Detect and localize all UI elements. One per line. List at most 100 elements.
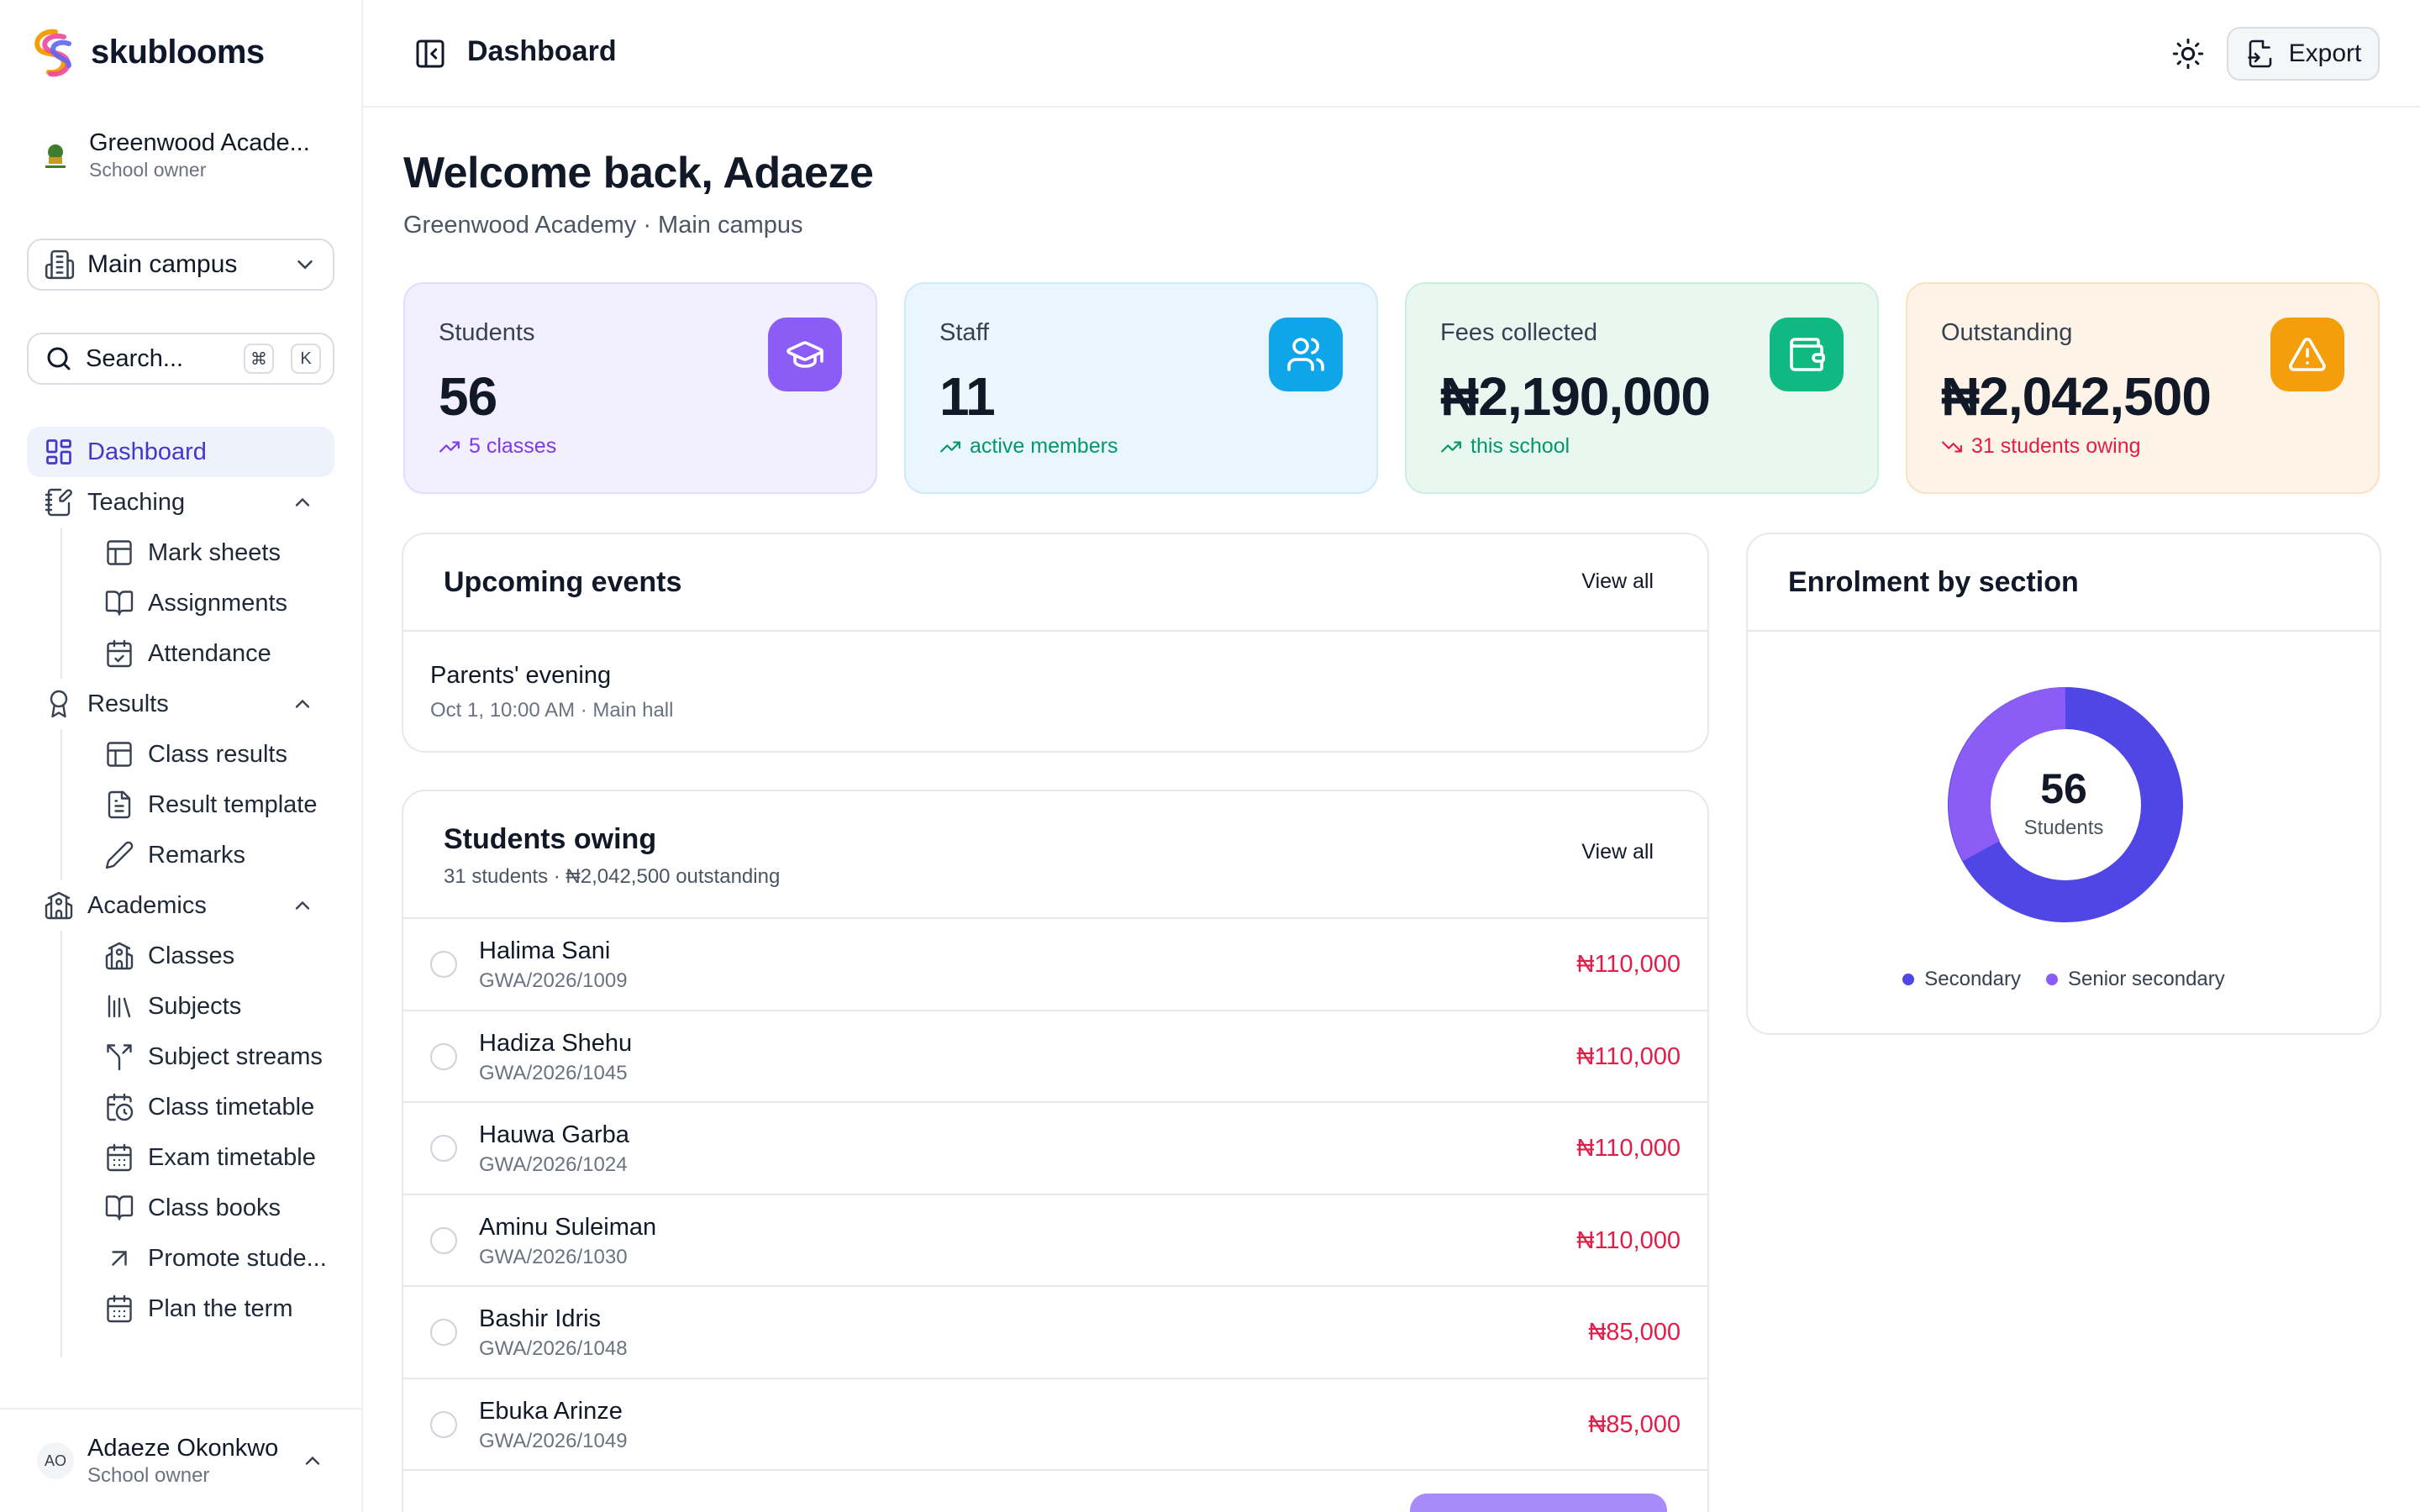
alert-triangle-icon	[2270, 318, 2344, 391]
search-input[interactable]: Search... ⌘ K	[27, 333, 334, 385]
list-item[interactable]: Ebuka Arinze GWA/2026/1049 ₦85,000	[403, 1377, 1707, 1470]
student-id: GWA/2026/1045	[479, 1061, 628, 1084]
sidebar-item-exam-timetable[interactable]: Exam timetable	[87, 1132, 334, 1183]
chevron-up-icon	[305, 1456, 320, 1465]
sidebar-item-classes[interactable]: Classes	[87, 931, 334, 981]
export-button[interactable]: Export	[2227, 27, 2380, 81]
calendar-days-icon	[107, 1143, 132, 1172]
skublooms-logo-icon	[34, 29, 71, 77]
calendar-days-icon	[107, 1294, 132, 1323]
school-icon	[105, 942, 134, 970]
sidebar-item-label: Exam timetable	[148, 1143, 316, 1171]
select-radio[interactable]	[430, 1226, 457, 1254]
amount-owed: ₦110,000	[1576, 1226, 1681, 1254]
school-switcher[interactable]: Greenwood Acade... School owner	[37, 129, 324, 181]
sidebar-item-label: Attendance	[148, 639, 271, 667]
list-item[interactable]: Hadiza Shehu GWA/2026/1045 ₦110,000	[403, 1009, 1707, 1102]
user-menu[interactable]: AO Adaeze Okonkwo School owner	[0, 1408, 361, 1512]
stat-trend: 31 students owing	[1941, 434, 2344, 459]
brand[interactable]: skublooms	[30, 27, 265, 77]
sidebar-item-class-timetable[interactable]: Class timetable	[87, 1082, 334, 1132]
stat-card-outstanding[interactable]: Outstanding ₦2,042,500 31 students owing	[1906, 282, 2380, 494]
search-placeholder: Search...	[86, 344, 184, 372]
card-title: Enrolment by section	[1788, 566, 2079, 598]
stat-trend-text: this school	[1470, 434, 1570, 458]
table-icon	[107, 540, 132, 565]
owing-list: Halima Sani GWA/2026/1009 ₦110,000 Hadiz…	[403, 917, 1707, 1512]
view-all-link[interactable]: View all	[1581, 570, 1654, 594]
select-radio[interactable]	[430, 1319, 457, 1346]
select-radio[interactable]	[430, 951, 457, 978]
sidebar-item-mark-sheets[interactable]: Mark sheets	[87, 528, 334, 578]
card-subtitle: 31 students · ₦2,042,500 outstanding	[444, 865, 781, 888]
sidebar-item-label: Subject streams	[148, 1042, 323, 1070]
sidebar-toggle-icon[interactable]	[413, 37, 447, 71]
notebook-pen-icon	[45, 488, 72, 517]
sidebar-item-remarks[interactable]: Remarks	[87, 830, 334, 880]
teaching-subnav: Mark sheets Assignments Attendance	[60, 528, 334, 679]
student-id: GWA/2026/1048	[479, 1337, 628, 1360]
brand-name: skublooms	[91, 33, 265, 71]
school-icon	[45, 891, 73, 920]
sidebar-item-dashboard[interactable]: Dashboard	[27, 427, 334, 477]
sidebar-item-label: Mark sheets	[148, 538, 281, 566]
legend-item[interactable]: Secondary	[1902, 968, 2021, 991]
sidebar-item-promote-students[interactable]: Promote stude...	[87, 1233, 334, 1284]
sidebar-item-label: Class results	[148, 740, 287, 768]
event-meta: Oct 1, 10:00 AM · Main hall	[430, 699, 674, 722]
sidebar-item-plan-the-term[interactable]: Plan the term	[87, 1284, 334, 1334]
sidebar-item-class-results[interactable]: Class results	[87, 729, 334, 780]
sidebar-item-label: Assignments	[148, 589, 288, 617]
stat-card-fees-collected[interactable]: Fees collected ₦2,190,000 this school	[1405, 282, 1879, 494]
file-export-icon	[2247, 39, 2271, 68]
sidebar-group-academics[interactable]: Academics	[27, 880, 334, 931]
bulk-action-button[interactable]	[1410, 1494, 1667, 1512]
view-all-link[interactable]: View all	[1581, 840, 1654, 864]
chart-legend: Secondary Senior secondary	[1748, 968, 2380, 991]
user-name: Adaeze Okonkwo	[87, 1434, 279, 1462]
legend-dot	[1902, 974, 1915, 985]
sidebar-item-label: Class books	[148, 1194, 281, 1221]
student-name: Bashir Idris	[479, 1305, 602, 1332]
chevron-up-icon	[295, 900, 310, 910]
student-id: GWA/2026/1030	[479, 1245, 628, 1268]
sidebar-item-assignments[interactable]: Assignments	[87, 578, 334, 628]
stat-card-students[interactable]: Students 56 5 classes	[403, 282, 877, 494]
welcome-subtitle: Greenwood Academy · Main campus	[403, 212, 803, 239]
trending-down-icon	[1942, 441, 1962, 452]
sidebar-item-label: Result template	[148, 790, 318, 818]
sidebar-item-attendance[interactable]: Attendance	[87, 628, 334, 679]
sidebar-item-label: Remarks	[148, 841, 246, 869]
event-name[interactable]: Parents' evening	[430, 662, 611, 690]
list-item[interactable]: Bashir Idris GWA/2026/1048 ₦85,000	[403, 1285, 1707, 1378]
sidebar-group-teaching[interactable]: Teaching	[27, 477, 334, 528]
sidebar-item-subject-streams[interactable]: Subject streams	[87, 1032, 334, 1082]
sidebar-item-class-books[interactable]: Class books	[87, 1183, 334, 1233]
select-radio[interactable]	[430, 1042, 457, 1070]
chevron-down-icon	[297, 260, 313, 270]
list-item[interactable]: Halima Sani GWA/2026/1009 ₦110,000	[403, 917, 1707, 1010]
stat-card-staff[interactable]: Staff 11 active members	[904, 282, 1378, 494]
amount-owed: ₦110,000	[1576, 1135, 1681, 1162]
sidebar-item-label: Plan the term	[148, 1294, 293, 1322]
trending-up-icon	[940, 441, 960, 452]
select-radio[interactable]	[430, 1135, 457, 1162]
sidebar-item-result-template[interactable]: Result template	[87, 780, 334, 830]
trending-up-icon	[439, 441, 460, 452]
campus-select[interactable]: Main campus	[27, 239, 334, 291]
sidebar-group-results[interactable]: Results	[27, 679, 334, 729]
legend-item[interactable]: Senior secondary	[2045, 968, 2225, 991]
select-radio[interactable]	[430, 1410, 457, 1438]
student-name: Ebuka Arinze	[479, 1397, 623, 1425]
pen-icon	[105, 841, 134, 869]
sidebar-item-subjects[interactable]: Subjects	[87, 981, 334, 1032]
card-title: Upcoming events	[444, 566, 682, 598]
list-item[interactable]: Aminu Suleiman GWA/2026/1030 ₦110,000	[403, 1193, 1707, 1286]
stat-trend-text: 5 classes	[469, 434, 557, 458]
wallet-icon	[1770, 318, 1844, 391]
top-bar: Dashboard Export	[363, 0, 2420, 108]
list-item[interactable]: Hauwa Garba GWA/2026/1024 ₦110,000	[403, 1101, 1707, 1194]
sidebar-group-label: Academics	[87, 891, 207, 919]
sun-icon[interactable]	[2171, 37, 2205, 71]
amount-owed: ₦85,000	[1588, 1319, 1681, 1346]
